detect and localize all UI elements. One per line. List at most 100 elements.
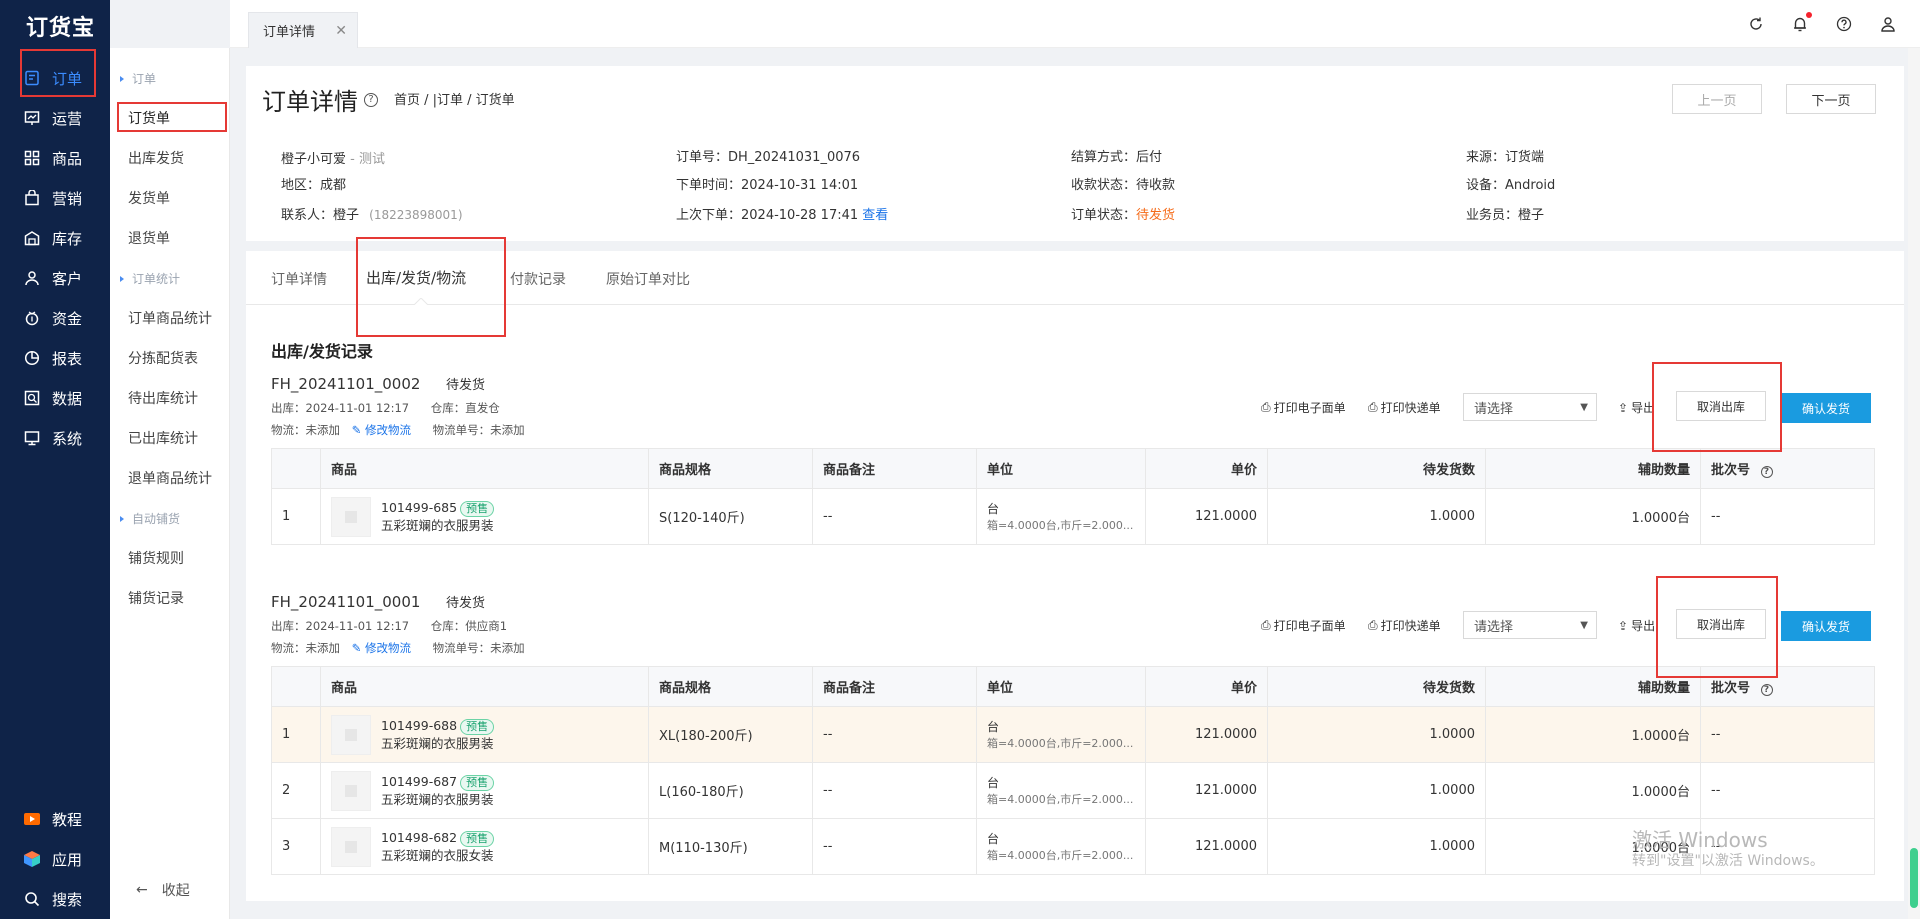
- refresh-icon[interactable]: [1746, 14, 1766, 34]
- edit-logistics-link[interactable]: ✎ 修改物流: [352, 641, 411, 655]
- row-index: 1: [271, 488, 321, 545]
- subnav-item-pending-out[interactable]: 待出库统计: [128, 382, 228, 414]
- row-batch: --: [1700, 706, 1875, 763]
- row-spec: XL(180-200斤): [648, 706, 813, 763]
- shipment-number: FH_20241101_0001: [271, 593, 421, 611]
- prev-page-button[interactable]: 上一页: [1672, 84, 1762, 114]
- row-remark: --: [812, 488, 977, 545]
- print-template-select[interactable]: 请选择 ▼: [1463, 393, 1597, 421]
- row-index: 1: [271, 706, 321, 763]
- close-icon[interactable]: ✕: [335, 23, 347, 39]
- question-icon[interactable]: ?: [1760, 466, 1773, 478]
- question-icon[interactable]: ?: [1760, 684, 1773, 696]
- top-icons: [1746, 12, 1898, 34]
- row-spec: L(160-180斤): [648, 762, 813, 819]
- subnav-item-outbound[interactable]: 出库发货: [128, 142, 228, 174]
- cancel-outbound-button[interactable]: 取消出库: [1676, 609, 1766, 639]
- chevron-down-icon: ▼: [1580, 619, 1588, 631]
- nav-item-operation[interactable]: 运营: [22, 98, 102, 138]
- subnav-item-goods-stats[interactable]: 订单商品统计: [128, 302, 228, 334]
- divider: [246, 241, 1904, 251]
- subnav-item-records[interactable]: 铺货记录: [128, 582, 228, 614]
- col-unit: 单位: [976, 666, 1146, 707]
- nav-item-marketing[interactable]: 营销: [22, 178, 102, 218]
- windows-watermark: 激活 Windows: [1632, 828, 1768, 852]
- subnav-item-delivery[interactable]: 发货单: [128, 182, 228, 214]
- edit-logistics-label: 修改物流: [364, 423, 411, 437]
- print-e-waybill-button[interactable]: ⎙ 打印电子面单: [1261, 617, 1346, 634]
- user-icon[interactable]: [1878, 14, 1898, 34]
- nav-item-data[interactable]: 数据: [22, 378, 102, 418]
- table-row: 1 101499-685 预售 五彩斑斓的衣服男装 S(120-140斤) -- 台…: [271, 488, 1875, 545]
- nav-item-warehouse[interactable]: 库存: [22, 218, 102, 258]
- row-qty: 1.0000: [1267, 488, 1486, 545]
- last-order-text: 上次下单：2024-10-28 17:41: [676, 208, 859, 223]
- top-bar: 订单详情 ✕: [230, 0, 1920, 48]
- confirm-delivery-button[interactable]: 确认发货: [1781, 393, 1871, 423]
- export-button[interactable]: ⇪ 导出: [1618, 399, 1655, 416]
- nav-label: 资金: [52, 309, 83, 328]
- edit-icon: ✎: [351, 641, 362, 655]
- order-detail-card: 订单详情 ? 首页 / |订单 / 订货单 上一页 下一页 橙子小可爱 - 测试…: [246, 66, 1904, 901]
- tab-outbound-logistics[interactable]: 出库/发货/物流: [366, 267, 466, 288]
- detail-tabs: 订单详情 出库/发货/物流 付款记录 原始订单对比: [246, 251, 1904, 305]
- edit-logistics-link[interactable]: ✎ 修改物流: [352, 423, 411, 437]
- subnav-item-picking[interactable]: 分拣配货表: [128, 342, 228, 374]
- product-image: [331, 826, 371, 867]
- table-row: 2 101499-687 预售 五彩斑斓的衣服男装 L(160-180斤) -- 台…: [271, 762, 1875, 819]
- confirm-delivery-button[interactable]: 确认发货: [1781, 611, 1871, 641]
- subnav-item-order-sheet[interactable]: 订货单: [128, 102, 228, 134]
- subnav-item-rules[interactable]: 铺货规则: [128, 542, 228, 574]
- print-e-label: 打印电子面单: [1273, 619, 1346, 633]
- collapse-button[interactable]: ← 收起: [136, 880, 190, 900]
- cancel-outbound-button[interactable]: 取消出库: [1676, 391, 1766, 421]
- tab-order-detail[interactable]: 订单详情 ✕: [248, 12, 358, 48]
- row-goods: 101499-688 预售 五彩斑斓的衣服男装: [320, 706, 649, 763]
- tab-original-compare[interactable]: 原始订单对比: [606, 269, 690, 289]
- page-scrollbar[interactable]: [1908, 48, 1920, 919]
- section-title: 出库/发货记录: [271, 342, 373, 361]
- scrollbar-thumb[interactable]: [1910, 848, 1918, 908]
- print-e-waybill-button[interactable]: ⎙ 打印电子面单: [1261, 399, 1346, 416]
- nav-item-search[interactable]: 搜索: [22, 879, 102, 919]
- contact-text: 联系人：橙子: [281, 208, 360, 223]
- print-template-select[interactable]: 请选择 ▼: [1463, 611, 1597, 639]
- question-icon[interactable]: ?: [364, 92, 378, 107]
- nav-label: 运营: [52, 109, 83, 128]
- nav-item-tutorial[interactable]: 教程: [22, 799, 102, 839]
- nav-item-order[interactable]: 订单: [22, 58, 102, 98]
- view-last-order-link[interactable]: 查看: [862, 208, 888, 223]
- bell-icon[interactable]: [1790, 12, 1812, 34]
- nav-item-fund[interactable]: 资金: [22, 298, 102, 338]
- select-value: 请选择: [1474, 401, 1514, 417]
- subnav-item-return-stats[interactable]: 退单商品统计: [128, 462, 228, 494]
- help-icon[interactable]: [1834, 14, 1854, 34]
- source: 来源：订货端: [1466, 150, 1545, 165]
- tab-order-detail-inner[interactable]: 订单详情: [271, 269, 327, 289]
- export-button[interactable]: ⇪ 导出: [1618, 617, 1655, 634]
- page-title: 订单详情 ?: [262, 82, 378, 117]
- active-tab-caret: [414, 298, 428, 305]
- nav-item-apps[interactable]: 应用: [22, 839, 102, 879]
- nav-item-report[interactable]: 报表: [22, 338, 102, 378]
- nav-label: 营销: [52, 189, 83, 208]
- nav-item-system[interactable]: 系统: [22, 418, 102, 458]
- tracking-text: 物流单号：未添加: [432, 423, 525, 437]
- tab-payment-records[interactable]: 付款记录: [510, 269, 566, 289]
- report-icon: [22, 348, 42, 368]
- product-name: 五彩斑斓的衣服男装: [381, 518, 494, 533]
- order-icon: [22, 68, 42, 88]
- subnav-item-done-out[interactable]: 已出库统计: [128, 422, 228, 454]
- subnav-item-return[interactable]: 退货单: [128, 222, 228, 254]
- unit-main: 台: [987, 776, 1000, 790]
- print-express-button[interactable]: ⎙ 打印快递单: [1368, 399, 1441, 416]
- breadcrumb[interactable]: 首页 / |订单 / 订货单: [394, 89, 515, 108]
- nav-item-goods[interactable]: 商品: [22, 138, 102, 178]
- subnav-group-order: 订单: [120, 70, 156, 87]
- nav-item-customer[interactable]: 客户: [22, 258, 102, 298]
- shipment-table: 商品 商品规格 商品备注 单位 单价 待发货数 辅助数量 批次号 ? 1 101…: [271, 448, 1875, 545]
- print-express-button[interactable]: ⎙ 打印快递单: [1368, 617, 1441, 634]
- col-spec: 商品规格: [648, 666, 813, 707]
- row-unit: 台箱=4.0000台,市斤=2.000...: [976, 762, 1146, 819]
- next-page-button[interactable]: 下一页: [1786, 84, 1876, 114]
